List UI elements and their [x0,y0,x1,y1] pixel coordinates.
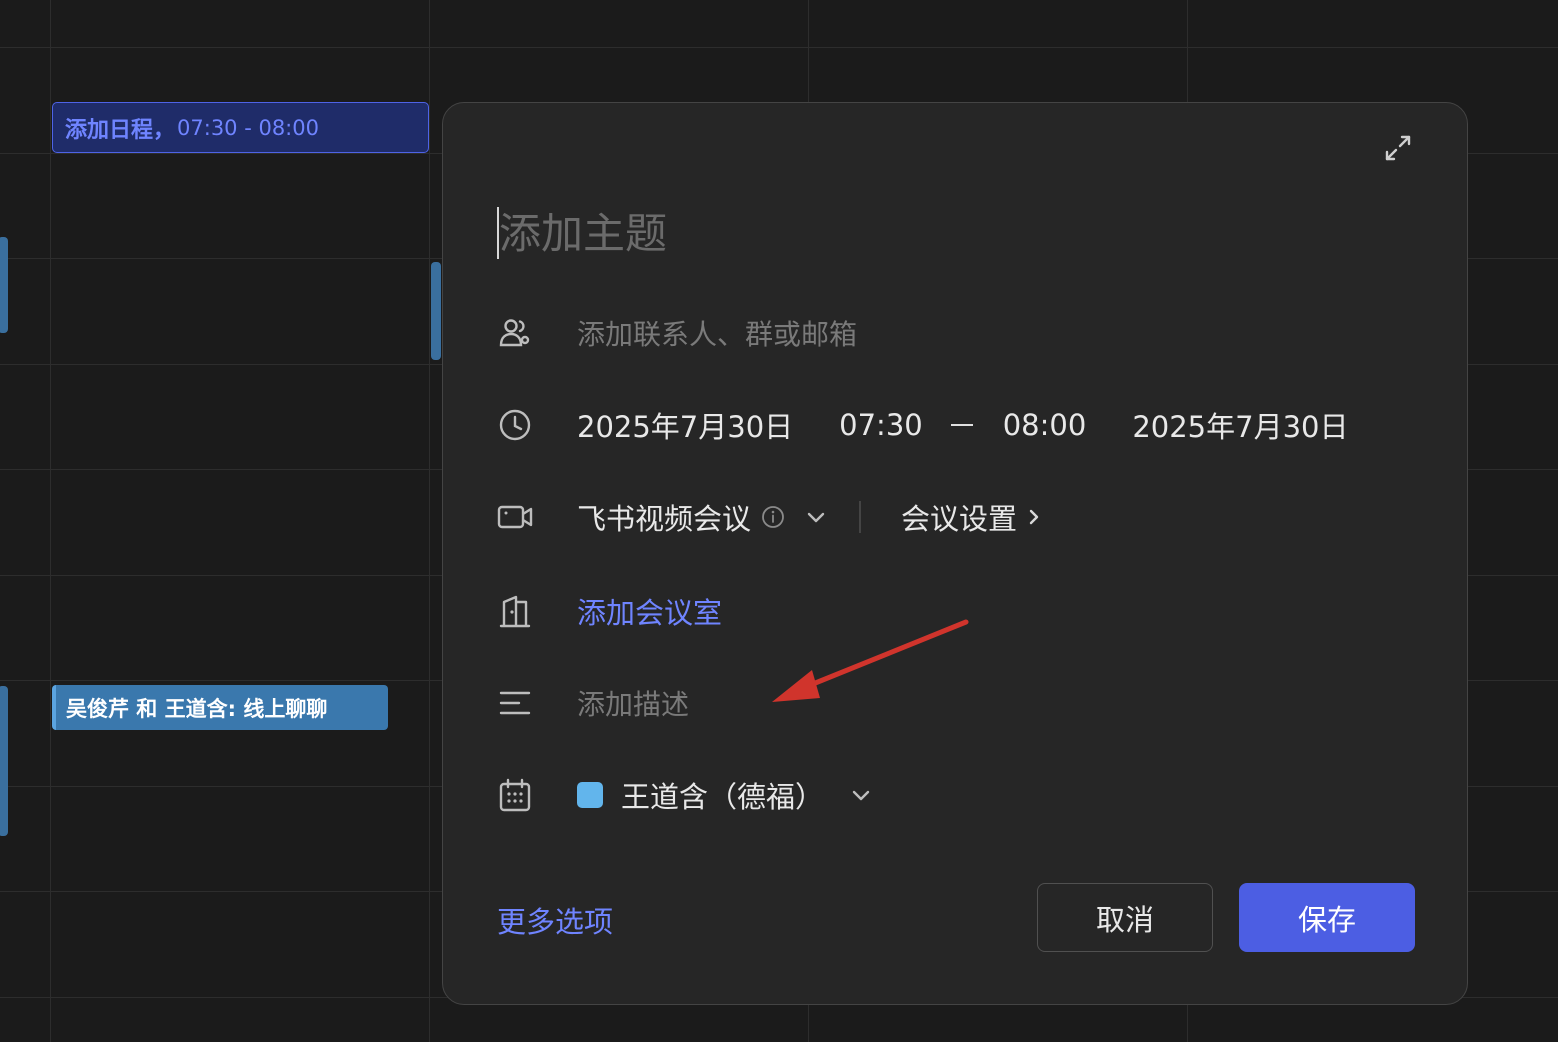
subject-input[interactable] [499,208,1099,258]
chevron-right-icon[interactable] [1025,506,1043,528]
attendees-row[interactable]: 添加联系人、群或邮箱 [497,308,1427,358]
event-create-dialog: 添加联系人、群或邮箱 2025年7月30日 07:30 08:00 2025年7… [442,102,1468,1005]
grid-line [429,0,430,1042]
calendar-icon [497,777,533,813]
event-edge[interactable] [431,262,441,360]
meeting-settings-link[interactable]: 会议设置 [901,496,1017,538]
time-range-dash [950,424,973,426]
calendar-color-swatch [577,782,603,808]
end-date[interactable]: 2025年7月30日 [1132,404,1348,446]
chat-event-title: 吴俊芹 和 王道含: 线上聊聊 [66,696,328,721]
subject-field[interactable] [497,207,1099,259]
calendar-owner[interactable]: 王道含（德福） [621,774,824,816]
door-icon [497,593,533,629]
divider [859,501,862,533]
room-row: 添加会议室 [497,586,1427,636]
calendar-select-row: 王道含（德福） [497,770,1427,820]
end-time[interactable]: 08:00 [1003,408,1087,442]
start-time[interactable]: 07:30 [839,408,923,442]
video-camera-icon [497,499,533,535]
start-date[interactable]: 2025年7月30日 [577,404,793,446]
add-room-link[interactable]: 添加会议室 [577,590,722,632]
video-meeting-row: 飞书视频会议 会议设置 [497,492,1427,542]
cancel-button[interactable]: 取消 [1037,883,1213,952]
description-row[interactable]: 添加描述 [497,678,1427,728]
text-lines-icon [497,685,533,721]
new-event-title: 添加日程， [65,117,176,143]
datetime-row: 2025年7月30日 07:30 08:00 2025年7月30日 [497,400,1427,450]
event-edge[interactable] [0,237,8,333]
description-placeholder[interactable]: 添加描述 [577,683,689,723]
grid-line [0,47,1558,48]
new-event-time: 07:30 - 08:00 [177,115,319,140]
chevron-down-icon[interactable] [848,782,874,808]
more-options-link[interactable]: 更多选项 [497,899,613,941]
event-edge[interactable] [0,686,8,836]
chevron-down-icon[interactable] [803,504,829,530]
save-button[interactable]: 保存 [1239,883,1415,952]
people-icon [497,315,533,351]
clock-icon [497,407,533,443]
grid-line [50,0,51,1042]
chat-event-block[interactable]: 吴俊芹 和 王道含: 线上聊聊 [52,685,388,730]
video-meeting-label[interactable]: 飞书视频会议 [577,496,751,538]
info-icon[interactable] [761,505,785,529]
attendees-placeholder[interactable]: 添加联系人、群或邮箱 [577,313,857,353]
new-event-block[interactable]: 添加日程， 07:30 - 08:00 [52,102,429,153]
expand-icon[interactable] [1383,133,1413,163]
